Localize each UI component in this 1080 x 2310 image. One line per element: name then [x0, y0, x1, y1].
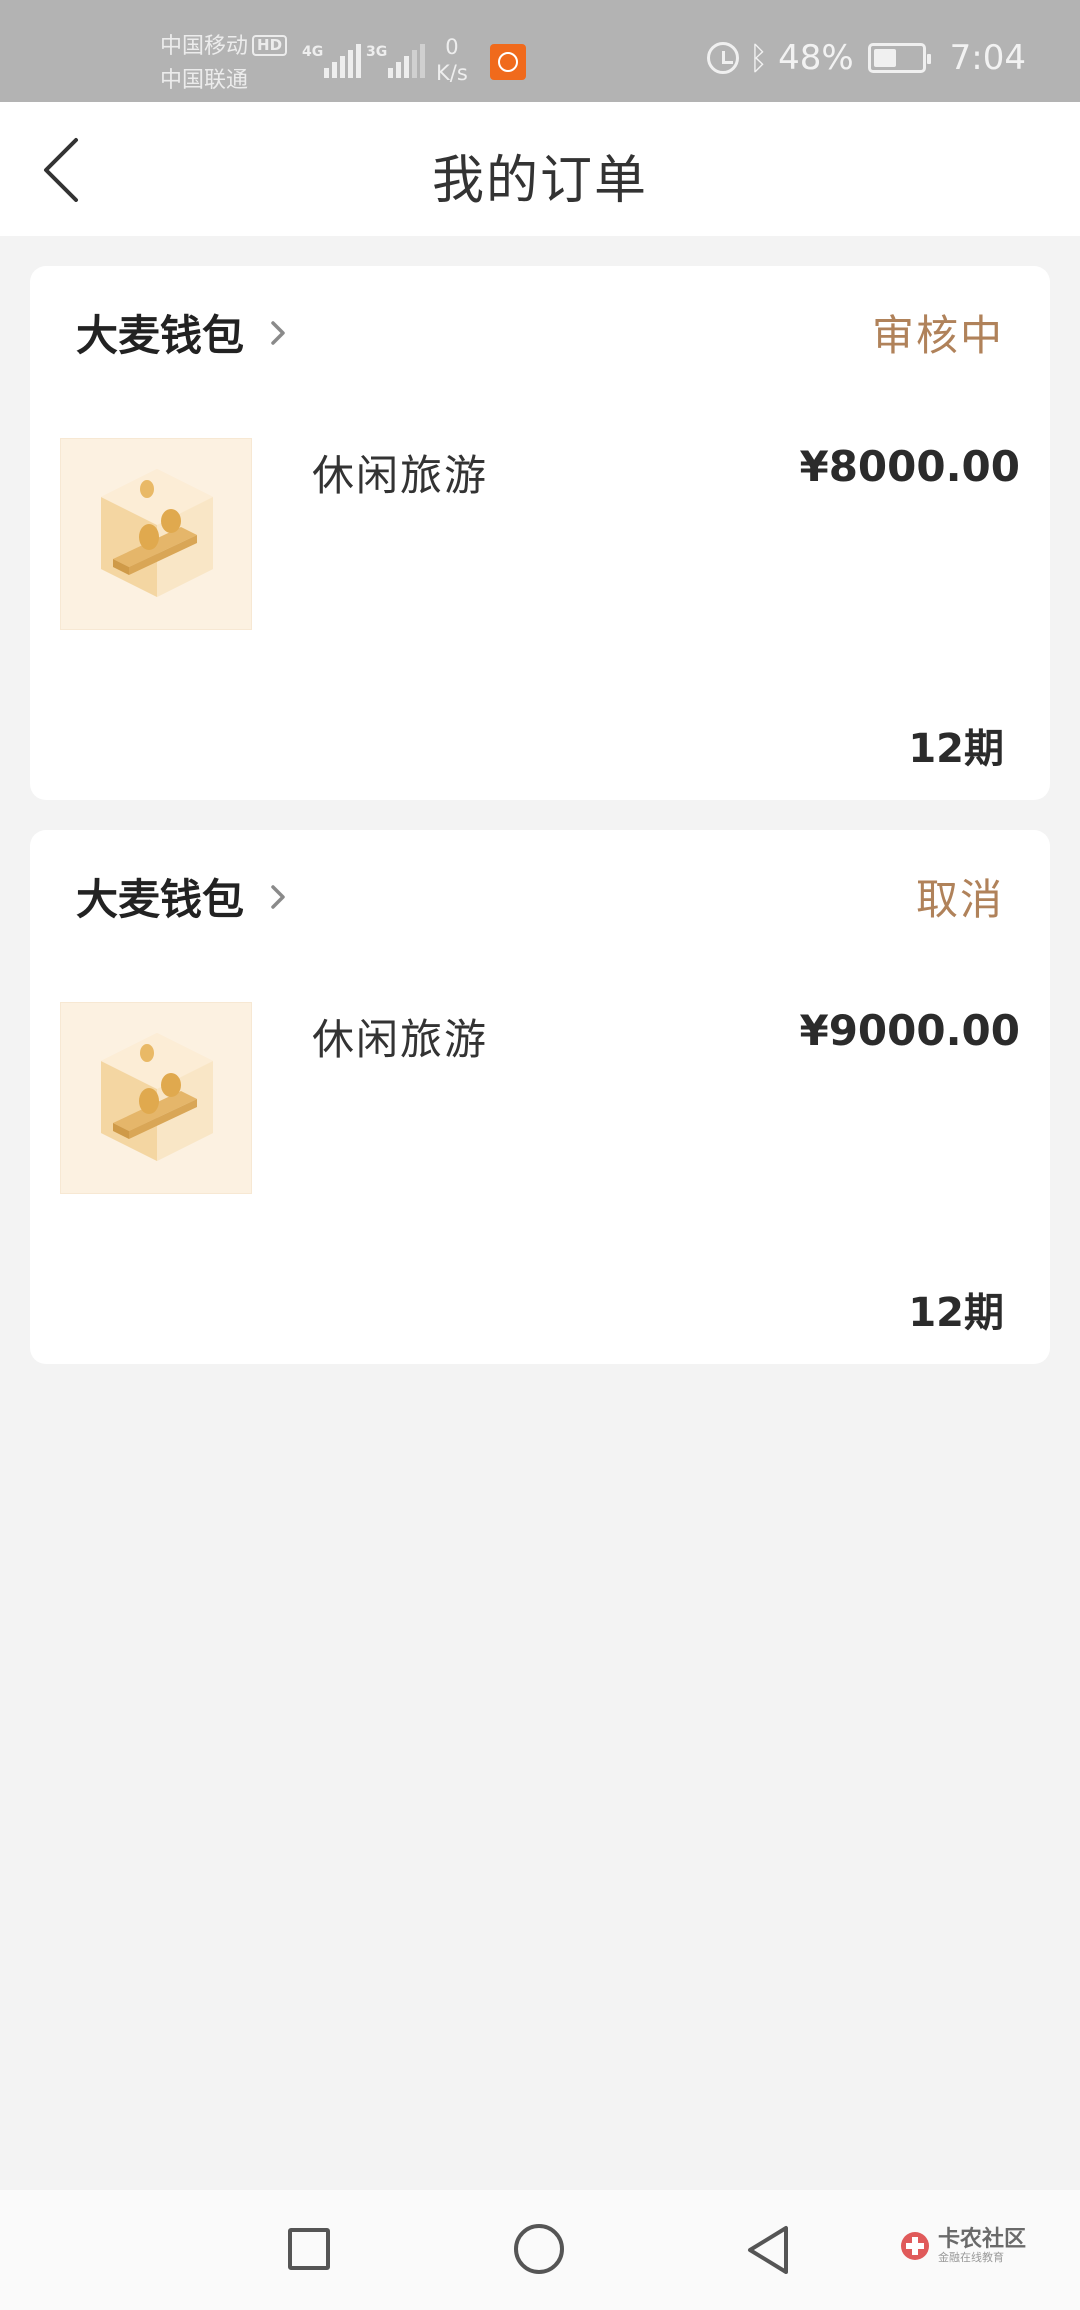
- signal-strength-icon-2: 3G: [366, 38, 426, 78]
- alarm-icon: [706, 42, 739, 74]
- merchant-link[interactable]: 大麦钱包: [76, 866, 290, 927]
- page-title: 我的订单: [431, 151, 648, 211]
- battery-percent: 48%: [778, 38, 854, 78]
- status-bar: 中国移动 HD 中国联通 4G 3G 0 K/s ᛒ 48% 7:04: [0, 0, 1080, 102]
- coin-box-icon: [101, 469, 213, 597]
- carrier-2: 中国联通: [160, 68, 249, 93]
- carrier-1: 中国移动: [160, 34, 249, 59]
- system-nav-bar: 卡农社区 金融在线教育: [0, 2190, 1080, 2310]
- net-speed-value: 0: [445, 35, 459, 59]
- order-card[interactable]: 大麦钱包 取消 休闲旅游 ¥9000.00 12期: [30, 830, 1050, 1364]
- battery-fill: [873, 49, 896, 67]
- chevron-right-icon: [271, 320, 285, 345]
- order-price: ¥8000.00: [799, 442, 1020, 491]
- watermark-logo-icon: [901, 2232, 929, 2260]
- installment-term: 12期: [908, 1290, 1004, 1336]
- product-name: 休闲旅游: [312, 451, 489, 500]
- page-header: 我的订单: [0, 102, 1080, 236]
- carrier-info: 中国移动 HD 中国联通: [160, 30, 288, 98]
- product-thumbnail: [60, 438, 252, 630]
- home-button[interactable]: [514, 2224, 564, 2274]
- clock: 7:04: [949, 38, 1026, 78]
- coin-box-icon: [101, 1033, 213, 1161]
- watermark-subtext: 金融在线教育: [938, 2251, 1004, 2264]
- app-notification-icon: [490, 44, 526, 80]
- signal-2-tag: 3G: [366, 44, 388, 60]
- order-status: 审核中: [871, 311, 1004, 360]
- order-list: 大麦钱包 审核中 休闲旅游 ¥8000.00 12期 大麦钱包 取消 休闲旅游 …: [30, 266, 1050, 1394]
- hd-badge: HD: [252, 35, 288, 56]
- net-speed-unit: K/s: [436, 61, 468, 85]
- recent-apps-button[interactable]: [288, 2228, 330, 2270]
- battery-icon: [867, 43, 931, 73]
- watermark: 卡农社区 金融在线教育: [898, 2228, 1026, 2264]
- installment-term: 12期: [908, 726, 1004, 772]
- order-price: ¥9000.00: [799, 1006, 1020, 1055]
- watermark-text: 卡农社区: [938, 2227, 1027, 2252]
- merchant-link[interactable]: 大麦钱包: [76, 302, 290, 363]
- merchant-name: 大麦钱包: [76, 311, 245, 360]
- back-nav-button[interactable]: [744, 2224, 792, 2276]
- order-status: 取消: [915, 875, 1004, 924]
- bluetooth-icon: ᛒ: [748, 39, 769, 77]
- order-card[interactable]: 大麦钱包 审核中 休闲旅游 ¥8000.00 12期: [30, 266, 1050, 800]
- merchant-name: 大麦钱包: [76, 875, 245, 924]
- product-name: 休闲旅游: [312, 1015, 489, 1064]
- product-thumbnail: [60, 1002, 252, 1194]
- signal-strength-icon: 4G: [302, 38, 362, 78]
- chevron-right-icon: [271, 884, 285, 909]
- signal-1-tag: 4G: [302, 44, 324, 60]
- net-speed: 0 K/s: [436, 34, 468, 86]
- status-right: ᛒ 48% 7:04: [706, 38, 1026, 78]
